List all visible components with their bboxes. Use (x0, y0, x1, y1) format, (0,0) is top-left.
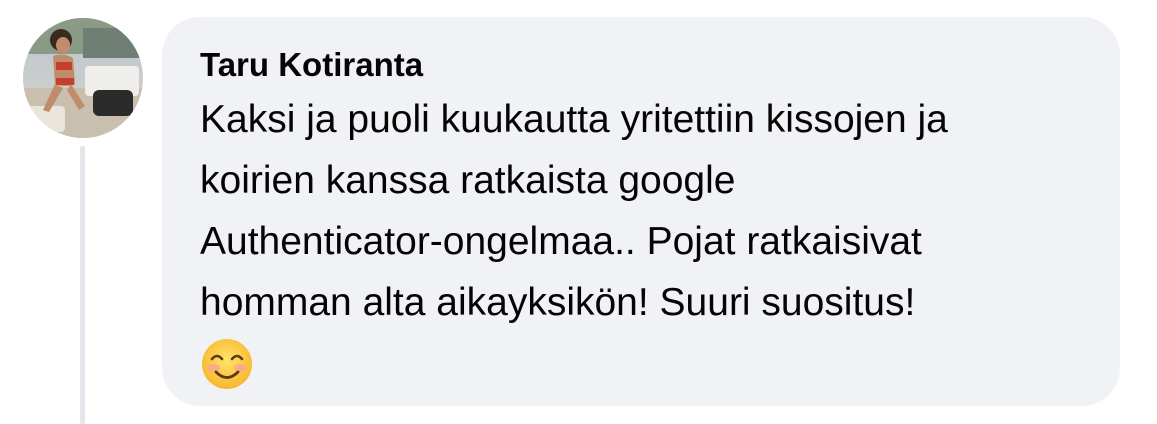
avatar[interactable] (23, 18, 143, 138)
comment-bubble: Taru Kotiranta Kaksi ja puoli kuukautta … (162, 17, 1120, 406)
comment-text: Kaksi ja puoli kuukautta yritettiin kiss… (200, 98, 948, 324)
comment-author-name[interactable]: Taru Kotiranta (200, 45, 423, 85)
avatar-photo (23, 18, 143, 138)
smiling-face-with-smiling-eyes-icon (200, 337, 254, 391)
reply-thread-line (80, 146, 85, 424)
